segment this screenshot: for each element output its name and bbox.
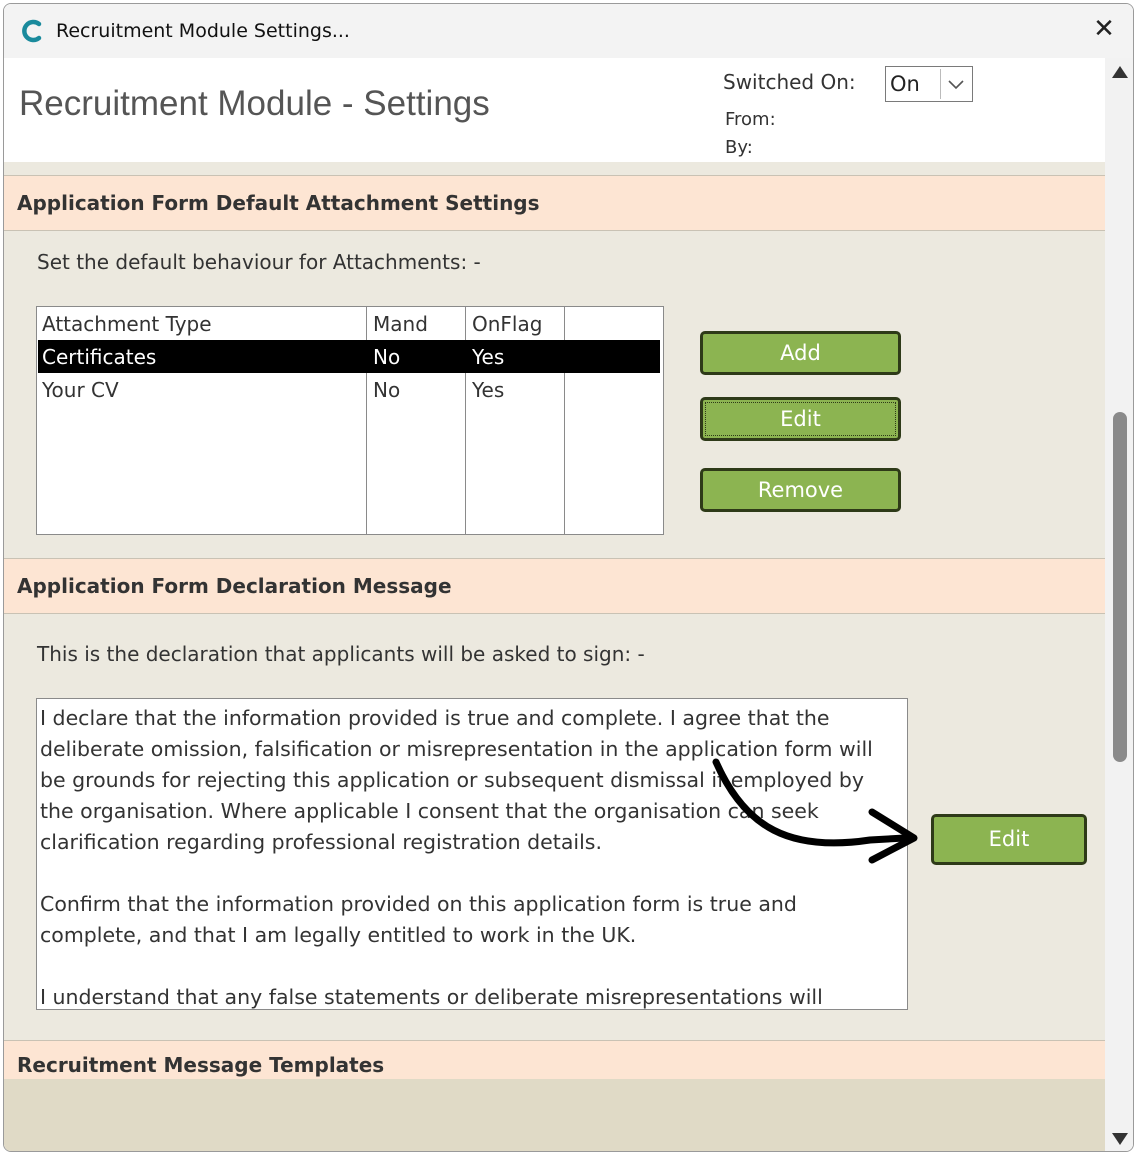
switched-on-value: On xyxy=(890,72,920,96)
table-cell: No xyxy=(373,345,401,369)
attachment-settings-section-header: Application Form Default Attachment Sett… xyxy=(4,175,1105,231)
edit-attachment-button[interactable]: Edit xyxy=(700,397,901,441)
templates-section-header: Recruitment Message Templates xyxy=(4,1040,1105,1080)
switched-on-select[interactable]: On xyxy=(885,66,973,102)
settings-window: Recruitment Module Settings... ✕ Recruit… xyxy=(3,3,1134,1152)
table-cell: Your CV xyxy=(42,378,119,402)
table-row[interactable]: Certificates No Yes xyxy=(38,340,660,373)
window-title: Recruitment Module Settings... xyxy=(56,20,350,42)
table-cell: Certificates xyxy=(42,345,157,369)
switched-on-label: Switched On: xyxy=(723,70,856,94)
section-title: Recruitment Message Templates xyxy=(17,1053,385,1077)
declaration-text: I declare that the information provided … xyxy=(40,703,885,1009)
title-bar: Recruitment Module Settings... ✕ xyxy=(4,4,1133,58)
from-label: From: xyxy=(725,109,776,130)
page-title: Recruitment Module - Settings xyxy=(19,84,490,123)
scrollbar-thumb[interactable] xyxy=(1113,412,1127,762)
edit-declaration-button[interactable]: Edit xyxy=(931,814,1087,865)
declaration-section-header: Application Form Declaration Message xyxy=(4,558,1105,614)
column-header-mand[interactable]: Mand xyxy=(373,312,428,336)
close-icon[interactable]: ✕ xyxy=(1089,14,1119,44)
settings-header: Recruitment Module - Settings Switched O… xyxy=(4,58,1105,162)
attachment-description: Set the default behaviour for Attachment… xyxy=(37,250,481,274)
add-attachment-button[interactable]: Add xyxy=(700,331,901,375)
table-row[interactable]: Your CV No Yes xyxy=(38,373,660,406)
vertical-scrollbar[interactable] xyxy=(1105,58,1133,1151)
column-header-attachment-type[interactable]: Attachment Type xyxy=(42,312,212,336)
chevron-down-icon[interactable] xyxy=(940,69,970,99)
declaration-text-box[interactable]: I declare that the information provided … xyxy=(36,698,908,1010)
scroll-up-arrow-icon[interactable] xyxy=(1112,66,1128,78)
declaration-paragraph: I understand that any false statements o… xyxy=(40,985,823,1009)
footer-area xyxy=(4,1079,1105,1151)
declaration-description: This is the declaration that applicants … xyxy=(37,642,645,666)
attachment-table: Attachment Type Mand OnFlag Certificates… xyxy=(36,306,664,535)
scroll-down-arrow-icon[interactable] xyxy=(1112,1133,1128,1145)
remove-attachment-button[interactable]: Remove xyxy=(700,468,901,512)
declaration-paragraph: Confirm that the information provided on… xyxy=(40,892,797,947)
column-header-onflag[interactable]: OnFlag xyxy=(472,312,542,336)
table-cell: No xyxy=(373,378,401,402)
settings-content: Recruitment Module - Settings Switched O… xyxy=(4,58,1105,1151)
by-label: By: xyxy=(725,137,753,158)
declaration-paragraph: I declare that the information provided … xyxy=(40,706,873,854)
app-logo-c-icon xyxy=(22,19,42,43)
section-title: Application Form Declaration Message xyxy=(17,574,452,598)
section-title: Application Form Default Attachment Sett… xyxy=(17,191,540,215)
table-cell: Yes xyxy=(472,345,505,369)
table-cell: Yes xyxy=(472,378,505,402)
